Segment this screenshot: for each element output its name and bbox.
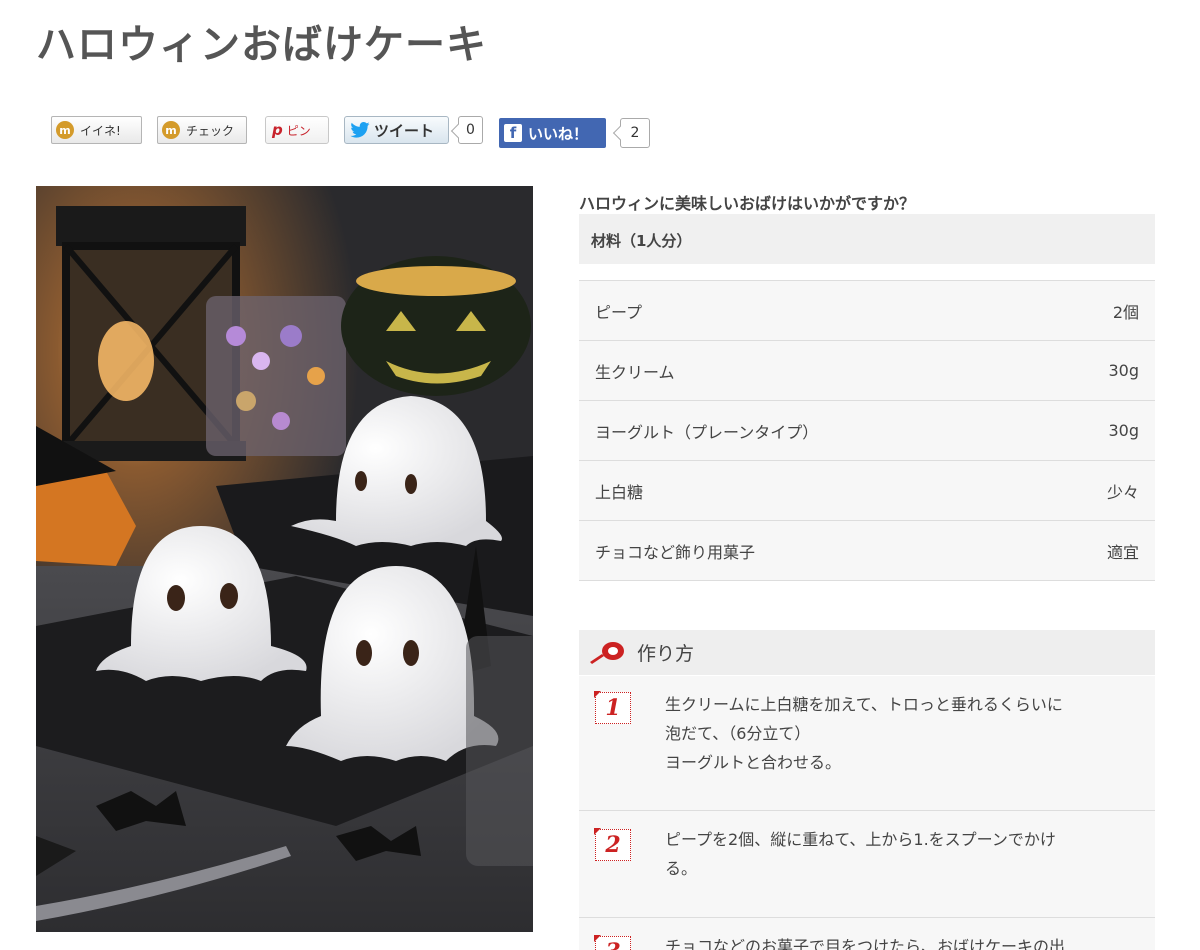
step-text: チョコなどのお菓子で目をつけたら、おばけケーキの出 (665, 937, 1066, 950)
ingredient-amount: 適宜 (1106, 542, 1139, 562)
method-title: 作り方 (637, 643, 695, 665)
pinterest-icon: p (272, 121, 283, 139)
mixi-like-button[interactable]: m イイネ! (51, 116, 142, 144)
tweet-count: 0 (458, 116, 483, 144)
mixi-like-label: イイネ! (80, 123, 121, 138)
ingredient-name: 上白糖 (595, 482, 644, 502)
corner-marker-icon (594, 691, 601, 698)
twitter-bird-icon (350, 122, 370, 138)
frying-pan-icon (590, 641, 624, 664)
ingredient-amount: 30g (1108, 421, 1139, 440)
pinterest-pin-button[interactable]: p ピン (265, 116, 329, 144)
step-number-badge: 2 (594, 825, 631, 861)
mixi-check-label: チェック (186, 123, 235, 138)
ingredient-row: ピープ 2個 (579, 281, 1155, 341)
ingredient-row: チョコなど飾り用菓子 適宜 (579, 521, 1155, 581)
ghost-cake-illustration (36, 186, 533, 932)
facebook-icon: f (504, 124, 522, 142)
mixi-check-button[interactable]: m チェック (157, 116, 247, 144)
mixi-logo-icon: m (162, 121, 180, 139)
step-item: 2 ピープを2個、縦に重ねて、上から1.をスプーンでかけ る。 (579, 811, 1155, 917)
ingredient-name: チョコなど飾り用菓子 (595, 542, 756, 562)
ingredient-row: 生クリーム 30g (579, 341, 1155, 401)
recipe-intro: ハロウィンに美味しいおばけはいかがですか？ (579, 194, 916, 213)
ingredient-amount: 30g (1108, 361, 1139, 380)
corner-marker-icon (594, 828, 601, 835)
ingredient-name: ヨーグルト（プレーンタイプ） (595, 422, 819, 442)
facebook-like-button[interactable]: f いいね！ (499, 118, 606, 148)
tweet-button[interactable]: ツイート (344, 116, 449, 144)
ingredient-row: 上白糖 少々 (579, 461, 1155, 521)
method-header: 作り方 (579, 630, 1155, 675)
ingredient-amount: 少々 (1106, 482, 1139, 502)
step-text: 生クリームに上白糖を加えて、トロっと垂れるくらいに 泡だて、（6分立て） ヨーグ… (665, 695, 1063, 772)
step-number-badge: 1 (594, 688, 631, 724)
step-item: 3 チョコなどのお菓子で目をつけたら、おばけケーキの出 (579, 918, 1155, 950)
page-title: ハロウィンおばけケーキ (36, 22, 487, 68)
ingredient-name: ピープ (595, 302, 643, 322)
step-item: 1 生クリームに上白糖を加えて、トロっと垂れるくらいに 泡だて、（6分立て） ヨ… (579, 676, 1155, 810)
pin-label: ピン (286, 123, 311, 138)
mixi-logo-icon: m (56, 121, 74, 139)
step-number-badge: 3 (594, 932, 631, 950)
step-text: ピープを2個、縦に重ねて、上から1.をスプーンでかけ る。 (665, 830, 1056, 878)
corner-marker-icon (594, 935, 601, 942)
ingredient-row: ヨーグルト（プレーンタイプ） 30g (579, 401, 1155, 461)
fb-like-label: いいね！ (528, 124, 589, 143)
facebook-like-count: 2 (620, 118, 650, 148)
ingredient-amount: 2個 (1112, 302, 1139, 322)
ingredients-table: ピープ 2個 生クリーム 30g ヨーグルト（プレーンタイプ） 30g 上白糖 … (579, 280, 1155, 581)
ingredients-header: 材料（1人分） (579, 214, 1155, 264)
ingredient-name: 生クリーム (595, 362, 675, 382)
halloween-ghost-cake-photo (36, 186, 533, 932)
tweet-label: ツイート (374, 121, 435, 140)
